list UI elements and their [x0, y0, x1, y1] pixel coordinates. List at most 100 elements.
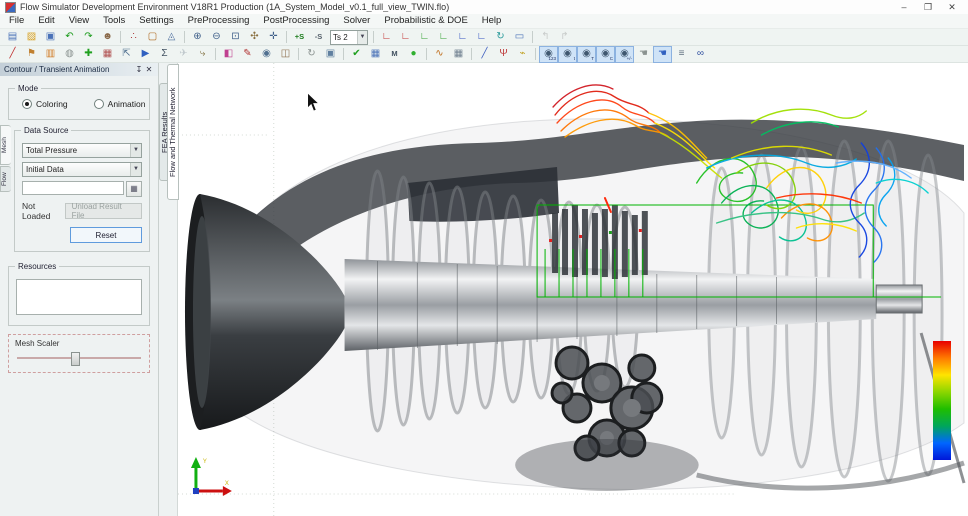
close-button[interactable]: ✕: [941, 1, 963, 13]
menu-item-preprocessing[interactable]: PreProcessing: [181, 14, 257, 28]
redo-icon[interactable]: ↷: [79, 29, 98, 46]
save-file-icon[interactable]: ▣: [41, 29, 60, 46]
panel-close-icon[interactable]: ✕: [144, 65, 154, 74]
plot-chart-icon[interactable]: ∿: [430, 46, 449, 63]
zoom-in-icon[interactable]: ⊕: [188, 29, 207, 46]
menu-item-view[interactable]: View: [62, 14, 96, 28]
data-table-icon[interactable]: ▦: [449, 46, 468, 63]
slider-handle[interactable]: [71, 352, 80, 366]
pin-icon[interactable]: ↧: [134, 65, 144, 74]
maximize-button[interactable]: ❐: [917, 1, 939, 13]
scalar-size-combo[interactable]: Ts 2▼: [330, 30, 368, 45]
line-element-icon[interactable]: ╱: [475, 46, 494, 63]
rotate-view-icon[interactable]: ↻: [491, 29, 510, 46]
check-model-icon[interactable]: ✔: [347, 46, 366, 63]
app-icon: [5, 2, 16, 13]
menu-item-settings[interactable]: Settings: [132, 14, 180, 28]
zoom-out-icon[interactable]: ⊖: [207, 29, 226, 46]
select-group-icon[interactable]: ◬: [162, 29, 181, 46]
panel-tab-flow[interactable]: Flow: [0, 166, 11, 192]
zoom-fit-icon[interactable]: ⊡: [226, 29, 245, 46]
quantity-dropdown[interactable]: Total Pressure ▼: [22, 143, 142, 158]
animation-radio-dot[interactable]: [94, 99, 104, 109]
show-plusminus-icon[interactable]: ◉+/-: [615, 46, 634, 63]
spline-element-icon[interactable]: ⌁: [513, 46, 532, 63]
show-small-t-icon[interactable]: ◉t: [558, 46, 577, 63]
solve-status-icon[interactable]: ●: [404, 46, 423, 63]
add-scalar-icon[interactable]: +S: [290, 29, 309, 46]
select-points-icon[interactable]: ∴: [124, 29, 143, 46]
pick-hand-active-icon[interactable]: ☚: [653, 46, 672, 63]
measure-line-icon[interactable]: ╱: [3, 46, 22, 63]
view-left-icon[interactable]: ∟: [453, 29, 472, 46]
package-icon[interactable]: ◫: [276, 46, 295, 63]
fit-screen-icon[interactable]: ▭: [510, 29, 529, 46]
color-cube-icon[interactable]: ◧: [219, 46, 238, 63]
note-flag-icon[interactable]: ⚑: [22, 46, 41, 63]
view-bottom-icon[interactable]: ∟: [434, 29, 453, 46]
preview-eye-icon[interactable]: ◉: [257, 46, 276, 63]
save-results-icon[interactable]: ▣: [321, 46, 340, 63]
matrix-icon[interactable]: M: [385, 46, 404, 63]
menu-item-help[interactable]: Help: [475, 14, 509, 28]
chevron-down-icon[interactable]: ▼: [130, 144, 141, 157]
coloring-radio-dot[interactable]: [22, 99, 32, 109]
chamber-icon[interactable]: ▦: [98, 46, 117, 63]
select-region-icon[interactable]: ▢: [143, 29, 162, 46]
chevron-down-icon[interactable]: ▼: [130, 163, 141, 176]
resources-listbox[interactable]: [16, 279, 142, 315]
view-back-icon[interactable]: ∟: [396, 29, 415, 46]
dataset-dropdown[interactable]: Initial Data ▼: [22, 162, 142, 177]
undo-icon[interactable]: ↶: [60, 29, 79, 46]
branch-element-icon[interactable]: Ψ: [494, 46, 513, 63]
show-temperature-icon[interactable]: ◉T: [577, 46, 596, 63]
flame-chart-icon[interactable]: ▥: [41, 46, 60, 63]
user-icon[interactable]: ☻: [98, 29, 117, 46]
chevron-down-icon[interactable]: ▼: [357, 31, 367, 44]
export-icon[interactable]: ⇱: [117, 46, 136, 63]
view-top-icon[interactable]: ∟: [415, 29, 434, 46]
pick-hand-icon[interactable]: ☚: [634, 46, 653, 63]
toolbar-separator: [120, 31, 121, 43]
menu-item-probabilistic-doe[interactable]: Probabilistic & DOE: [377, 14, 474, 28]
mesh-scaler-slider[interactable]: [15, 352, 143, 364]
menu-item-postprocessing[interactable]: PostProcessing: [256, 14, 336, 28]
viewport-3d[interactable]: Y X: [178, 63, 968, 516]
menu-item-file[interactable]: File: [2, 14, 31, 28]
minimize-button[interactable]: –: [893, 1, 915, 13]
sphere-icon[interactable]: ◍: [60, 46, 79, 63]
edit-sheet-icon[interactable]: ✎: [238, 46, 257, 63]
svg-text:Y: Y: [203, 459, 207, 465]
reset-button[interactable]: Reset: [70, 227, 142, 243]
window-title: Flow Simulator Development Environment V…: [20, 2, 449, 12]
panel-tab-mesh[interactable]: Mesh: [0, 125, 11, 165]
pan-icon[interactable]: ✣: [245, 29, 264, 46]
sigma-icon[interactable]: Σ: [155, 46, 174, 63]
view-iso-icon[interactable]: ∟: [472, 29, 491, 46]
refresh-icon[interactable]: ↻: [302, 46, 321, 63]
menu-item-solver[interactable]: Solver: [336, 14, 377, 28]
svg-text:X: X: [225, 481, 229, 487]
move-icon[interactable]: ✛: [264, 29, 283, 46]
toolbar-separator: [298, 48, 299, 60]
show-c-icon[interactable]: ◉C: [596, 46, 615, 63]
remove-scalar-icon[interactable]: -S: [309, 29, 328, 46]
coloring-radio[interactable]: Coloring: [22, 99, 68, 109]
animation-radio[interactable]: Animation: [94, 99, 146, 109]
list-icon[interactable]: ≡: [672, 46, 691, 63]
run-icon[interactable]: ▶: [136, 46, 155, 63]
viewport-tab-strip: Flow and Thermal NetworkFEA Results: [159, 63, 178, 516]
binoculars-icon[interactable]: ∞: [691, 46, 710, 63]
show-ids-icon[interactable]: ◉123: [539, 46, 558, 63]
menu-item-tools[interactable]: Tools: [96, 14, 132, 28]
grid-sheet-icon[interactable]: ▦: [366, 46, 385, 63]
result-file-input[interactable]: [22, 181, 124, 195]
probe-icon[interactable]: ⤷: [193, 46, 212, 63]
browse-file-button[interactable]: ▦: [126, 181, 142, 197]
import-model-icon[interactable]: ▤: [3, 29, 22, 46]
add-node-icon[interactable]: ✚: [79, 46, 98, 63]
open-file-icon[interactable]: ▨: [22, 29, 41, 46]
viewport-tab-flow-and-thermal-network[interactable]: Flow and Thermal Network: [167, 64, 179, 200]
view-front-icon[interactable]: ∟: [377, 29, 396, 46]
menu-item-edit[interactable]: Edit: [31, 14, 61, 28]
